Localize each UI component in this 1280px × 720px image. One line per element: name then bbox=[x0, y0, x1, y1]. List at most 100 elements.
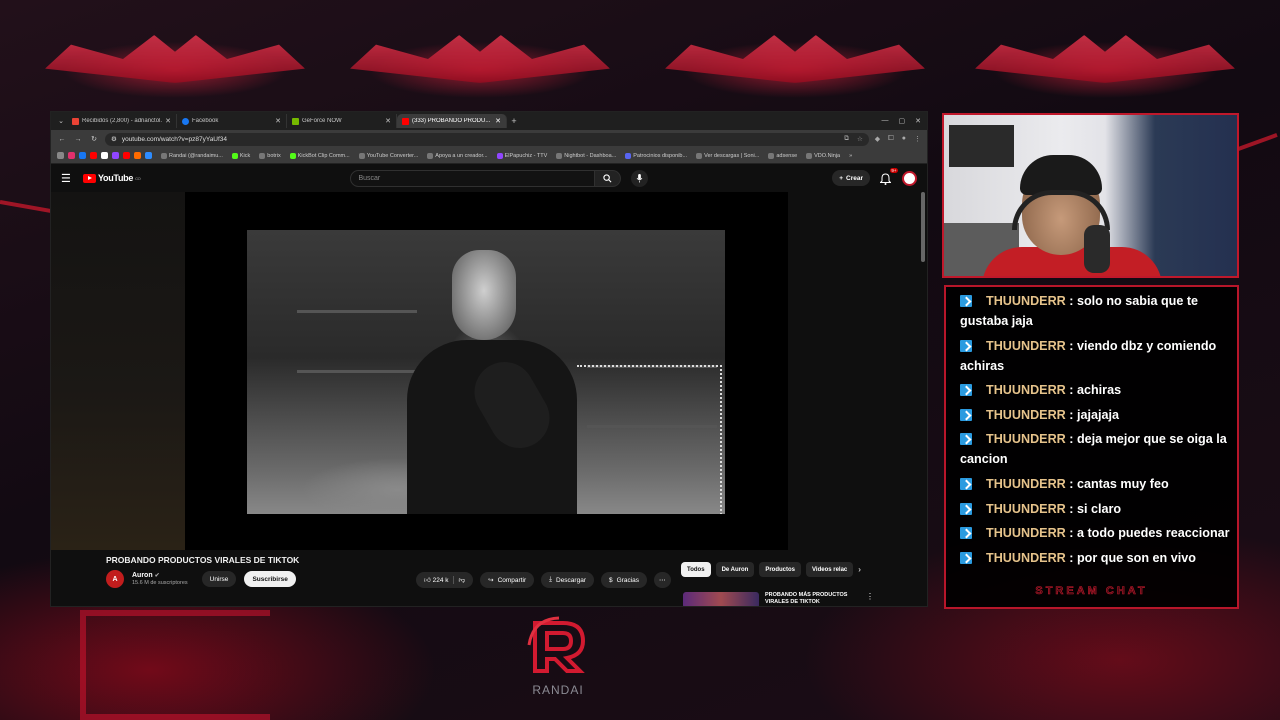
create-button[interactable]: + Crear bbox=[832, 170, 870, 186]
chip-products[interactable]: Productos bbox=[759, 562, 802, 577]
bookmark-botrix[interactable]: botrix bbox=[259, 152, 281, 159]
bookmark-icon[interactable] bbox=[112, 152, 119, 159]
search-button[interactable] bbox=[595, 169, 622, 187]
search-input[interactable]: Buscar bbox=[350, 169, 596, 187]
search-placeholder: Buscar bbox=[358, 174, 381, 182]
chat-message: THUUNDERR : por que son en vivo bbox=[960, 548, 1232, 568]
kick-badge-icon bbox=[960, 295, 972, 307]
chat-text: cantas muy feo bbox=[1076, 476, 1169, 491]
bookmark-label: Apoya a un creador... bbox=[435, 152, 488, 159]
bookmark-patrocinios[interactable]: Patrocinios disponib... bbox=[625, 152, 688, 159]
close-icon[interactable]: ✕ bbox=[275, 117, 281, 125]
bookmark-icon[interactable] bbox=[90, 152, 97, 159]
video-frame[interactable] bbox=[247, 230, 725, 514]
bookmark-nightbot[interactable]: Nightbot - Dashboa... bbox=[556, 152, 616, 159]
maximize-icon[interactable]: ▢ bbox=[899, 117, 906, 125]
like-dislike-group: 👍︎ 224 k 👎︎ bbox=[416, 572, 474, 588]
bookmark-elpapuchiz[interactable]: ElPapuchiz - TTV bbox=[496, 152, 547, 159]
close-icon[interactable]: ✕ bbox=[385, 117, 391, 125]
close-window-icon[interactable]: ✕ bbox=[915, 117, 921, 125]
bookmark-youtube-converter[interactable]: YouTube Converter... bbox=[358, 152, 418, 159]
bookmark-icon[interactable] bbox=[134, 152, 141, 159]
recommended-title[interactable]: PROBANDO MÁS PRODUCTOS VIRALES DE TIKTOK bbox=[765, 592, 860, 606]
like-button[interactable]: 👍︎ 224 k bbox=[424, 576, 449, 584]
channel-avatar[interactable]: A bbox=[106, 570, 124, 588]
video-player[interactable] bbox=[185, 192, 788, 550]
channel-name[interactable]: Auron ✔ bbox=[132, 572, 188, 579]
more-actions-button[interactable]: ⋯ bbox=[654, 572, 671, 588]
stream-chat: THUUNDERR : solo no sabia que te gustaba… bbox=[944, 285, 1239, 609]
close-icon[interactable]: ✕ bbox=[165, 117, 171, 125]
chip-all[interactable]: Todos bbox=[681, 562, 711, 577]
chip-related[interactable]: Videos relac bbox=[806, 562, 854, 577]
download-button[interactable]: ⤓ Descargar bbox=[541, 572, 594, 588]
hamburger-menu-icon[interactable]: ☰ bbox=[61, 172, 73, 185]
chat-username: THUUNDERR bbox=[986, 501, 1066, 516]
site-info-icon[interactable]: ⚙ bbox=[111, 135, 117, 143]
extension-icon[interactable]: ◆ bbox=[875, 135, 880, 143]
bookmark-vdo-ninja[interactable]: VDO.Ninja bbox=[806, 152, 840, 159]
bookmark-kick[interactable]: Kick bbox=[231, 152, 251, 159]
tab-geforce-now[interactable]: GeForce NOW ✕ bbox=[287, 114, 397, 128]
extensions-puzzle-icon[interactable]: ⧠ bbox=[888, 135, 894, 143]
more-bookmarks-icon[interactable]: » bbox=[849, 153, 852, 159]
tab-label: Facebook bbox=[192, 118, 219, 124]
dislike-button[interactable]: 👎︎ bbox=[452, 576, 465, 584]
recommended-thumbnail[interactable] bbox=[683, 592, 759, 606]
streamer-microphone bbox=[1084, 225, 1110, 273]
close-icon[interactable]: ✕ bbox=[495, 117, 501, 125]
microphone-icon bbox=[637, 173, 643, 183]
url-text: youtube.com/watch?v=pz87yYaUf34 bbox=[121, 135, 228, 143]
share-button[interactable]: ↪ Compartir bbox=[480, 572, 535, 588]
video-actions: 👍︎ 224 k 👎︎ ↪ Compartir ⤓ Descargar $ Gr… bbox=[416, 572, 671, 588]
chat-text: por que son en vivo bbox=[1076, 550, 1196, 565]
bookmark-label: Patrocinios disponib... bbox=[633, 152, 688, 159]
bookmark-label: Kick bbox=[239, 152, 251, 159]
bookmark-icon[interactable] bbox=[68, 152, 75, 159]
recommended-video[interactable]: PROBANDO MÁS PRODUCTOS VIRALES DE TIKTOK… bbox=[683, 592, 874, 606]
tab-gmail[interactable]: Recibidos (2,800) - adrianctol... ✕ bbox=[67, 114, 177, 128]
join-button[interactable]: Unirse bbox=[201, 571, 237, 587]
minimize-icon[interactable]: — bbox=[882, 117, 889, 125]
twitch-icon bbox=[496, 152, 503, 159]
subscribe-button[interactable]: Suscribirse bbox=[244, 571, 296, 587]
reload-icon[interactable]: ↻ bbox=[89, 135, 99, 143]
notification-badge: 9+ bbox=[889, 168, 898, 173]
tab-youtube[interactable]: (333) PROBANDO PRODU... ✕ bbox=[397, 114, 507, 128]
bookmark-adsense[interactable]: adsense bbox=[768, 152, 797, 159]
youtube-logo[interactable]: YouTube CO bbox=[83, 173, 141, 183]
bookmark-randai[interactable]: Randai (@randaimu... bbox=[161, 152, 223, 159]
scrollbar-thumb[interactable] bbox=[921, 192, 925, 262]
apps-icon[interactable] bbox=[57, 152, 64, 159]
thanks-button[interactable]: $ Gracias bbox=[600, 572, 648, 588]
voice-search-button[interactable] bbox=[631, 169, 649, 187]
bookmark-favicon-icon bbox=[427, 152, 434, 159]
address-bar[interactable]: ⚙ youtube.com/watch?v=pz87yYaUf34 ⧉ ☆ bbox=[105, 132, 869, 146]
bookmark-star-icon[interactable]: ☆ bbox=[857, 135, 863, 143]
bookmark-descargas[interactable]: Ver descargas | Soni... bbox=[696, 152, 759, 159]
new-tab-button[interactable]: + bbox=[507, 116, 521, 126]
bookmark-favicon-icon bbox=[806, 152, 813, 159]
bookmark-icon[interactable] bbox=[101, 152, 108, 159]
more-vertical-icon[interactable]: ⋮ bbox=[866, 592, 874, 606]
bookmark-app-icons bbox=[57, 152, 152, 159]
back-icon[interactable]: ← bbox=[57, 136, 67, 143]
menu-kebab-icon[interactable]: ⋮ bbox=[914, 135, 921, 143]
bookmark-icon[interactable] bbox=[79, 152, 86, 159]
tab-search-icon[interactable]: ⌄ bbox=[55, 117, 67, 125]
account-avatar[interactable] bbox=[902, 170, 917, 186]
chevron-right-icon[interactable]: › bbox=[858, 565, 861, 574]
forward-icon[interactable]: → bbox=[73, 136, 83, 143]
bookmark-apoya[interactable]: Apoya a un creador... bbox=[427, 152, 488, 159]
more-horizontal-icon: ⋯ bbox=[659, 577, 666, 584]
tab-facebook[interactable]: Facebook ✕ bbox=[177, 114, 287, 128]
bookmark-icon[interactable] bbox=[145, 152, 152, 159]
bookmark-icon[interactable] bbox=[123, 152, 130, 159]
notifications-button[interactable]: 9+ bbox=[879, 168, 898, 185]
channel-row: A Auron ✔ 15.6 M de suscriptores Unirse … bbox=[106, 570, 296, 588]
chip-from-auron[interactable]: De Auron bbox=[715, 562, 755, 577]
profile-icon[interactable]: ● bbox=[902, 135, 906, 143]
kick-badge-icon bbox=[960, 433, 972, 446]
bookmark-kickbot[interactable]: KickBot Clip Comm... bbox=[289, 152, 350, 159]
cast-icon[interactable]: ⧉ bbox=[844, 135, 849, 143]
